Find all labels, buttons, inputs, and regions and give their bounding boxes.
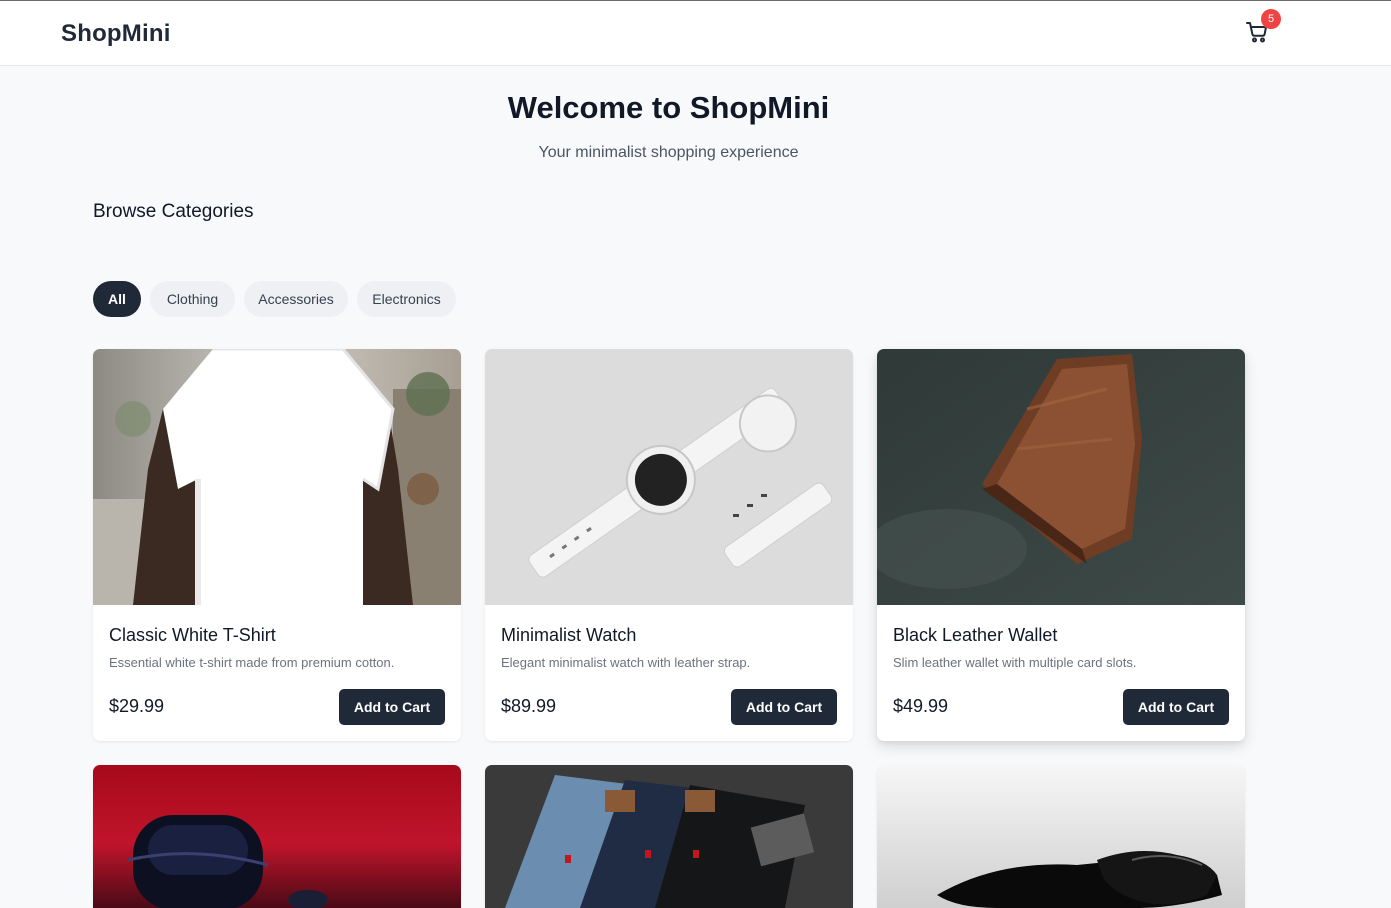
add-to-cart-button[interactable]: Add to Cart bbox=[339, 689, 445, 725]
product-image-tshirt bbox=[93, 349, 461, 605]
filter-accessories[interactable]: Accessories bbox=[244, 281, 348, 317]
top-navbar: ShopMini bbox=[0, 0, 1391, 66]
product-image-jeans bbox=[485, 765, 853, 908]
product-description: Elegant minimalist watch with leather st… bbox=[501, 655, 751, 670]
product-price: $29.99 bbox=[109, 696, 165, 716]
product-image-wallet bbox=[877, 349, 1245, 605]
product-card bbox=[485, 765, 853, 908]
product-image-earbuds bbox=[93, 765, 461, 908]
filter-clothing[interactable]: Clothing bbox=[150, 281, 235, 317]
product-description: Slim leather wallet with multiple card s… bbox=[893, 655, 1137, 670]
product-card bbox=[877, 765, 1245, 908]
hero-title: Welcome to ShopMini bbox=[507, 90, 830, 125]
product-name: Black Leather Wallet bbox=[893, 625, 1058, 645]
filter-all[interactable]: All bbox=[93, 281, 141, 317]
product-card bbox=[93, 765, 461, 908]
product-image-watch bbox=[485, 349, 853, 605]
product-image-sunglasses bbox=[877, 765, 1245, 908]
product-name: Minimalist Watch bbox=[501, 625, 637, 645]
add-to-cart-button[interactable]: Add to Cart bbox=[731, 689, 837, 725]
product-description: Essential white t-shirt made from premiu… bbox=[109, 655, 395, 670]
product-card: Black Leather Wallet Slim leather wallet… bbox=[877, 349, 1245, 741]
product-price: $89.99 bbox=[501, 696, 557, 716]
logo[interactable]: ShopMini bbox=[61, 20, 171, 48]
hero-subtitle: Your minimalist shopping experience bbox=[538, 144, 799, 161]
add-to-cart-button[interactable]: Add to Cart bbox=[1123, 689, 1229, 725]
product-card: Classic White T-Shirt Essential white t-… bbox=[93, 349, 461, 741]
product-card: Minimalist Watch Elegant minimalist watc… bbox=[485, 349, 853, 741]
categories-heading: Browse Categories bbox=[93, 201, 254, 222]
product-name: Classic White T-Shirt bbox=[109, 625, 276, 645]
filter-electronics[interactable]: Electronics bbox=[357, 281, 456, 317]
cart-count-badge: 5 bbox=[1261, 9, 1281, 29]
product-price: $49.99 bbox=[893, 696, 949, 716]
